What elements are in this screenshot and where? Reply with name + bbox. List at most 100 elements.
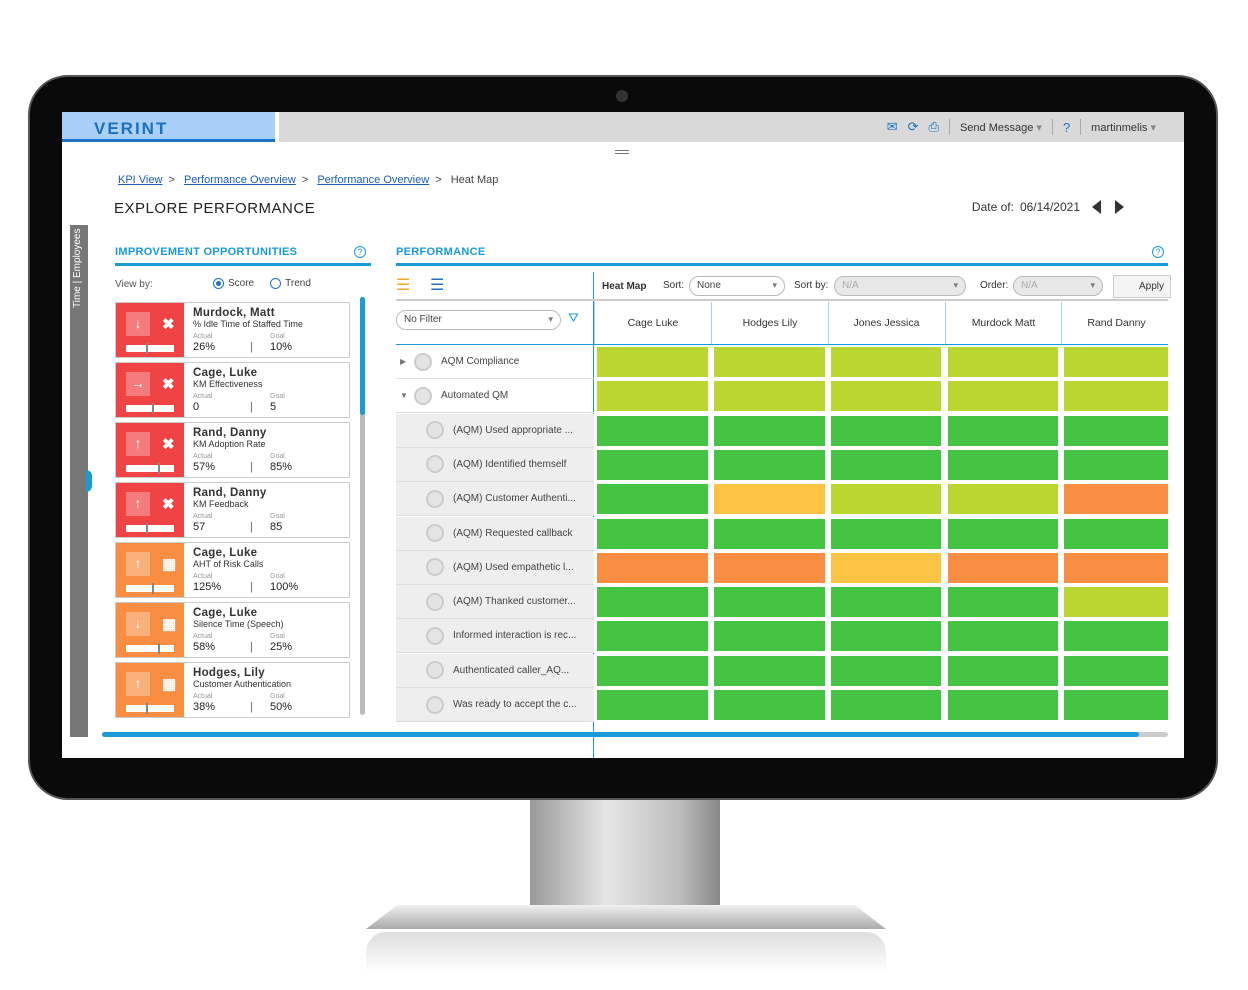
user-menu[interactable]: martinmelis ▾ xyxy=(1091,121,1156,134)
scrollbar[interactable] xyxy=(360,297,365,715)
column-header[interactable]: Jones Jessica xyxy=(828,302,944,344)
improvement-card[interactable]: ↑ ✖ Rand, Danny KM Adoption Rate Actual … xyxy=(115,422,350,478)
radio-score[interactable]: Score xyxy=(213,278,254,289)
heat-map-row[interactable]: Informed interaction is rec... xyxy=(396,619,594,654)
heat-map-row[interactable]: ▶ AQM Compliance xyxy=(396,345,594,379)
heat-cell-green[interactable] xyxy=(948,415,1058,446)
heat-cell-lime[interactable] xyxy=(1064,381,1168,412)
heat-cell-lime[interactable] xyxy=(831,484,941,515)
breadcrumb-performance-overview[interactable]: Performance Overview xyxy=(184,174,296,186)
next-date-icon[interactable] xyxy=(1115,200,1124,214)
heat-cell-green[interactable] xyxy=(1064,655,1168,686)
improvement-card[interactable]: ↓ ▦ Cage, Luke Silence Time (Speech) Act… xyxy=(115,602,350,658)
heat-cell-green[interactable] xyxy=(831,621,941,652)
help-icon[interactable]: ? xyxy=(354,246,366,258)
heat-cell-green[interactable] xyxy=(597,415,708,446)
help-button[interactable]: ? xyxy=(1063,120,1070,135)
heat-map-row[interactable]: (AQM) Used empathetic l... xyxy=(396,550,594,585)
heat-map-row[interactable]: Authenticated caller_AQ... xyxy=(396,653,594,688)
hierarchy-view-icon[interactable]: ☰ xyxy=(396,275,410,295)
heat-cell-green[interactable] xyxy=(597,621,708,652)
apply-button[interactable]: Apply xyxy=(1113,275,1171,298)
heat-cell-lime[interactable] xyxy=(948,381,1058,412)
heat-cell-green[interactable] xyxy=(714,690,825,720)
collapse-handle[interactable] xyxy=(615,150,629,154)
heat-cell-orange[interactable] xyxy=(1064,552,1168,583)
heat-cell-green[interactable] xyxy=(1064,621,1168,652)
sort-by-select[interactable]: N/A xyxy=(834,276,966,296)
heat-cell-green[interactable] xyxy=(1064,449,1168,480)
filter-select[interactable]: No Filter xyxy=(396,310,561,330)
heat-cell-green[interactable] xyxy=(1064,690,1168,720)
column-header[interactable]: Hodges Lily xyxy=(711,302,828,344)
heat-cell-green[interactable] xyxy=(597,518,708,549)
heat-cell-green[interactable] xyxy=(714,587,825,618)
send-message-menu[interactable]: Send Message ▾ xyxy=(960,121,1042,134)
heat-cell-green[interactable] xyxy=(714,518,825,549)
heat-cell-green[interactable] xyxy=(831,415,941,446)
print-icon[interactable]: ⎙ xyxy=(929,119,939,135)
breadcrumb-performance-overview-2[interactable]: Performance Overview xyxy=(317,174,429,186)
heat-cell-green[interactable] xyxy=(1064,415,1168,446)
heat-cell-orange[interactable] xyxy=(1064,484,1168,515)
heat-map-row[interactable]: (AQM) Thanked customer... xyxy=(396,585,594,620)
logo[interactable]: VERINT xyxy=(62,112,275,142)
heat-cell-lime[interactable] xyxy=(948,484,1058,515)
heat-map-row[interactable]: (AQM) Customer Authenti... xyxy=(396,482,594,517)
heat-cell-green[interactable] xyxy=(831,655,941,686)
heat-cell-lime[interactable] xyxy=(597,381,708,412)
heat-cell-green[interactable] xyxy=(831,587,941,618)
improvement-card[interactable]: → ✖ Cage, Luke KM Effectiveness Actual G… xyxy=(115,362,350,418)
heat-cell-green[interactable] xyxy=(597,484,708,515)
heat-cell-lime[interactable] xyxy=(948,347,1058,377)
horizontal-scrollbar[interactable] xyxy=(102,732,1168,737)
heat-cell-lime[interactable] xyxy=(597,347,708,377)
radio-trend[interactable]: Trend xyxy=(270,278,311,289)
help-icon[interactable]: ? xyxy=(1152,246,1164,258)
heat-cell-lime[interactable] xyxy=(1064,587,1168,618)
heat-cell-green[interactable] xyxy=(1064,518,1168,549)
order-select[interactable]: N/A xyxy=(1013,276,1103,296)
heat-map-row[interactable]: ▼ Automated QM xyxy=(396,379,594,414)
caret-down-icon[interactable]: ▼ xyxy=(400,391,414,400)
heat-cell-lime[interactable] xyxy=(714,381,825,412)
filter-icon[interactable]: ⛛ xyxy=(568,310,579,326)
improvement-card[interactable]: ↑ ✖ Rand, Danny KM Feedback Actual Goal … xyxy=(115,482,350,538)
heat-cell-green[interactable] xyxy=(597,587,708,618)
heat-cell-green[interactable] xyxy=(714,415,825,446)
heat-cell-green[interactable] xyxy=(948,655,1058,686)
email-icon[interactable]: ✉ xyxy=(887,119,898,135)
heat-cell-green[interactable] xyxy=(714,621,825,652)
heat-cell-green[interactable] xyxy=(714,655,825,686)
heat-map-row[interactable]: (AQM) Used appropriate ... xyxy=(396,413,594,448)
breadcrumb-kpi-view[interactable]: KPI View xyxy=(118,174,162,186)
heat-cell-green[interactable] xyxy=(948,449,1058,480)
improvement-card[interactable]: ↓ ✖ Murdock, Matt % Idle Time of Staffed… xyxy=(115,302,350,358)
heat-map-row[interactable]: Was ready to accept the c... xyxy=(396,688,594,722)
heat-cell-lime[interactable] xyxy=(1064,347,1168,377)
heat-cell-green[interactable] xyxy=(948,587,1058,618)
heat-cell-green[interactable] xyxy=(948,690,1058,720)
heat-cell-orange[interactable] xyxy=(714,552,825,583)
column-header[interactable]: Rand Danny xyxy=(1061,302,1171,344)
column-header[interactable]: Murdock Matt xyxy=(945,302,1061,344)
heat-cell-green[interactable] xyxy=(831,449,941,480)
heat-cell-yellow[interactable] xyxy=(714,484,825,515)
refresh-icon[interactable]: ⟳ xyxy=(908,119,919,135)
improvement-card[interactable]: ↑ ▦ Cage, Luke AHT of Risk Calls Actual … xyxy=(115,542,350,598)
heat-cell-green[interactable] xyxy=(597,655,708,686)
heat-cell-green[interactable] xyxy=(831,690,941,720)
heat-map-row[interactable]: (AQM) Requested callback xyxy=(396,516,594,551)
expand-side-panel-handle[interactable] xyxy=(86,470,92,492)
heat-cell-yellow[interactable] xyxy=(831,552,941,583)
prev-date-icon[interactable] xyxy=(1092,200,1101,214)
column-header[interactable]: Cage Luke xyxy=(594,302,711,344)
caret-right-icon[interactable]: ▶ xyxy=(400,357,414,366)
heat-cell-orange[interactable] xyxy=(597,552,708,583)
heat-cell-lime[interactable] xyxy=(714,347,825,377)
improvement-card[interactable]: ↑ ▦ Hodges, Lily Customer Authentication… xyxy=(115,662,350,718)
sort-select[interactable]: None xyxy=(689,276,785,296)
list-view-icon[interactable]: ☰ xyxy=(430,275,444,295)
heat-cell-green[interactable] xyxy=(597,449,708,480)
heat-cell-green[interactable] xyxy=(714,449,825,480)
